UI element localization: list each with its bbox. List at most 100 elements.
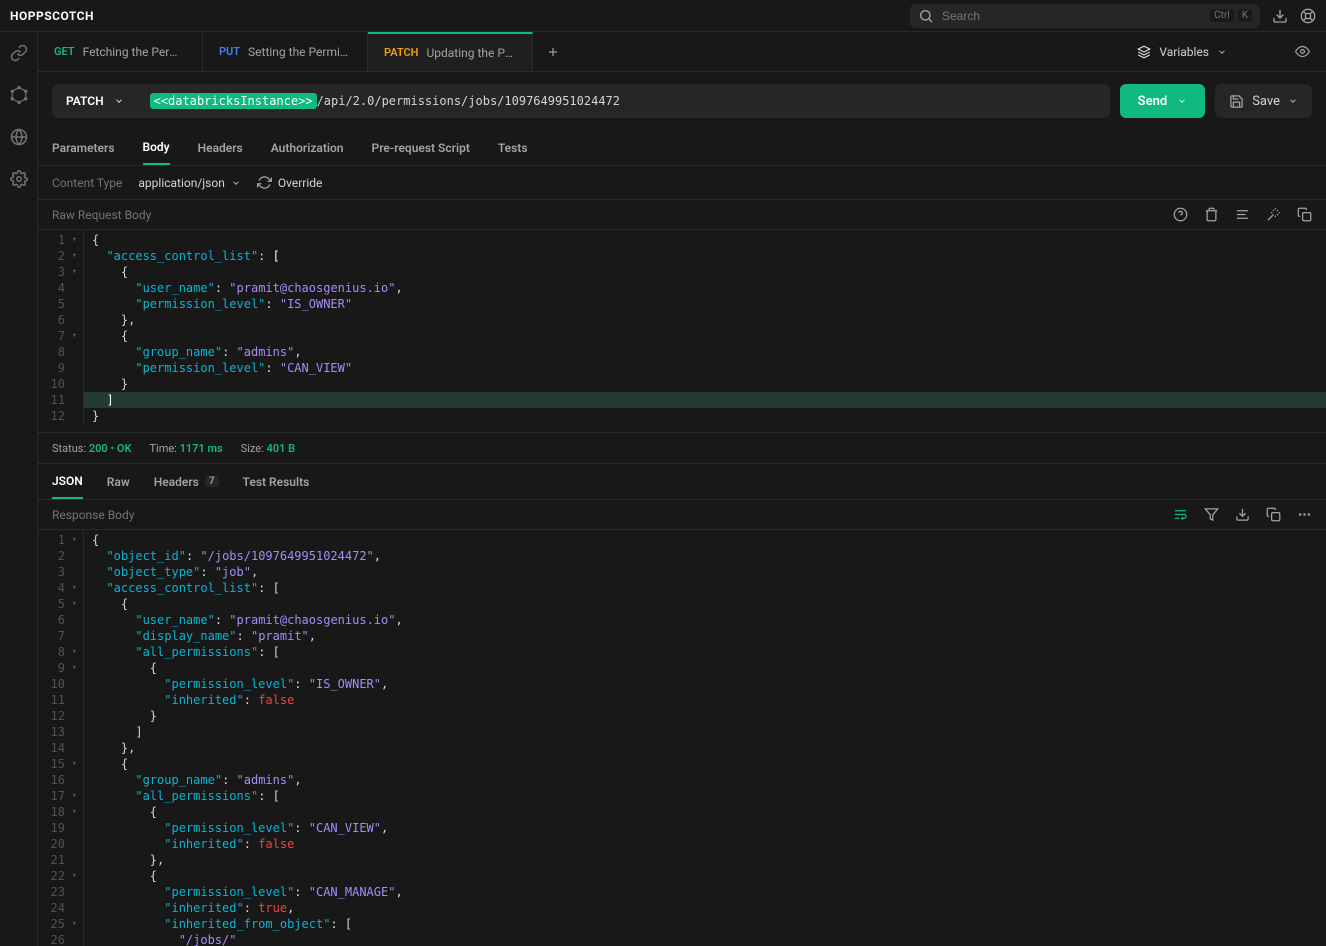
request-tab[interactable]: GET Fetching the Permi… <box>38 32 203 71</box>
code-line: { <box>92 596 1326 612</box>
url-input[interactable]: <<databricksInstance>>/api/2.0/permissio… <box>138 84 1110 118</box>
trash-icon[interactable] <box>1204 207 1219 222</box>
code-line: "permission_level": "CAN_VIEW", <box>92 820 1326 836</box>
support-icon[interactable] <box>1300 8 1316 24</box>
tab-count: 7 <box>205 476 219 487</box>
code-line: "all_permissions": [ <box>92 788 1326 804</box>
code-line: { <box>92 232 1326 248</box>
code-line: "group_name": "admins", <box>92 344 1326 360</box>
code-line: "permission_level": "IS_OWNER" <box>92 296 1326 312</box>
code-line: "object_type": "job", <box>92 564 1326 580</box>
code-line: "object_id": "/jobs/1097649951024472", <box>92 548 1326 564</box>
method-value: PATCH <box>66 94 104 108</box>
request-tabs: GET Fetching the Permi… PUT Setting the Per… <box>38 32 1326 72</box>
copy-icon[interactable] <box>1266 507 1281 522</box>
code-line: "inherited": true, <box>92 900 1326 916</box>
request-section-tab[interactable]: Headers <box>198 130 243 165</box>
save-button[interactable]: Save <box>1215 84 1312 118</box>
wand-icon[interactable] <box>1266 207 1281 222</box>
refresh-icon <box>257 175 272 190</box>
tab-label: Fetching the Permi… <box>83 45 186 59</box>
tab-method: GET <box>54 45 75 58</box>
code-line: ] <box>84 392 1326 408</box>
code-line: "all_permissions": [ <box>92 644 1326 660</box>
send-button[interactable]: Send <box>1120 84 1206 118</box>
variables-button[interactable]: Variables <box>1129 45 1287 59</box>
copy-icon[interactable] <box>1297 207 1312 222</box>
request-section-tabs: Parameters Body Headers Authorization Pre-re… <box>38 130 1326 166</box>
code-line: } <box>92 376 1326 392</box>
chevron-down-icon <box>114 96 124 106</box>
filter-icon[interactable] <box>1204 507 1219 522</box>
code-line: "group_name": "admins", <box>92 772 1326 788</box>
code-line: "inherited": false <box>92 692 1326 708</box>
code-line: ] <box>92 724 1326 740</box>
request-section-tab[interactable]: Body <box>143 130 170 165</box>
request-section-tab[interactable]: Authorization <box>271 130 344 165</box>
more-icon[interactable] <box>1297 507 1312 522</box>
request-section-tab[interactable]: Tests <box>498 130 528 165</box>
plus-icon <box>546 45 560 59</box>
add-tab-button[interactable] <box>533 32 573 71</box>
tab-method: PUT <box>219 45 240 58</box>
response-tab[interactable]: JSON <box>52 464 83 499</box>
code-line: "user_name": "pramit@chaosgenius.io", <box>92 612 1326 628</box>
globe-icon[interactable] <box>10 128 28 146</box>
env-variable: <<databricksInstance>> <box>150 93 317 109</box>
code-line: "access_control_list": [ <box>92 580 1326 596</box>
code-line: "user_name": "pramit@chaosgenius.io", <box>92 280 1326 296</box>
raw-request-label: Raw Request Body <box>52 208 151 222</box>
chevron-down-icon <box>231 178 241 188</box>
code-line: }, <box>92 852 1326 868</box>
tab-label: Setting the Permis… <box>248 45 351 59</box>
request-tab[interactable]: PATCH Updating the Per… <box>368 32 533 71</box>
request-section-tab[interactable]: Parameters <box>52 130 115 165</box>
content-type-label: Content Type <box>52 176 122 190</box>
code-line: { <box>92 756 1326 772</box>
size-section: Size: 401 B <box>241 442 295 455</box>
content-type-select[interactable]: application/json <box>138 176 240 190</box>
format-icon[interactable] <box>1235 207 1250 222</box>
response-tabs: JSON Raw Headers7 Test Results <box>38 464 1326 500</box>
wrap-icon[interactable] <box>1173 507 1188 522</box>
eye-icon[interactable] <box>1295 44 1310 59</box>
code-line: "permission_level": "CAN_VIEW" <box>92 360 1326 376</box>
code-line: { <box>92 264 1326 280</box>
code-line: } <box>92 408 1326 424</box>
download-icon[interactable] <box>1272 8 1288 24</box>
request-tab[interactable]: PUT Setting the Permis… <box>203 32 368 71</box>
response-tab[interactable]: Headers7 <box>154 464 219 499</box>
url-path: /api/2.0/permissions/jobs/10976499510244… <box>317 94 620 108</box>
search-input[interactable] <box>942 9 1202 23</box>
graphql-icon[interactable] <box>10 86 28 104</box>
settings-icon[interactable] <box>10 170 28 188</box>
request-body-editor[interactable]: 123456789101112{ "access_control_list": … <box>38 230 1326 426</box>
tab-label: Updating the Per… <box>426 46 516 60</box>
status-section: Status: 200 • OK <box>52 442 131 455</box>
time-section: Time: 1171 ms <box>149 442 222 455</box>
help-icon[interactable] <box>1173 207 1188 222</box>
method-select[interactable]: PATCH <box>52 84 138 118</box>
layers-icon <box>1137 45 1151 59</box>
app-logo[interactable]: HOPPSCOTCH <box>10 9 94 23</box>
search-shortcut: Ctrl K <box>1210 9 1252 22</box>
response-tab[interactable]: Test Results <box>243 464 310 499</box>
code-line: "inherited_from_object": [ <box>92 916 1326 932</box>
save-icon <box>1229 94 1244 109</box>
chevron-down-icon <box>1177 96 1187 106</box>
request-section-tab[interactable]: Pre-request Script <box>372 130 470 165</box>
tab-method: PATCH <box>384 46 418 59</box>
override-button[interactable]: Override <box>257 175 323 190</box>
code-line: "permission_level": "CAN_MANAGE", <box>92 884 1326 900</box>
download-icon[interactable] <box>1235 507 1250 522</box>
response-tab[interactable]: Raw <box>107 464 130 499</box>
chevron-down-icon <box>1217 47 1227 57</box>
code-line: } <box>92 708 1326 724</box>
response-body-viewer[interactable]: 1234567891011121314151617181920212223242… <box>38 530 1326 946</box>
code-line: }, <box>92 740 1326 756</box>
chevron-down-icon <box>1288 96 1298 106</box>
search-box[interactable]: Ctrl K <box>910 4 1260 28</box>
response-body-label: Response Body <box>52 508 134 522</box>
link-icon[interactable] <box>10 44 28 62</box>
code-line: "/jobs/" <box>92 932 1326 946</box>
